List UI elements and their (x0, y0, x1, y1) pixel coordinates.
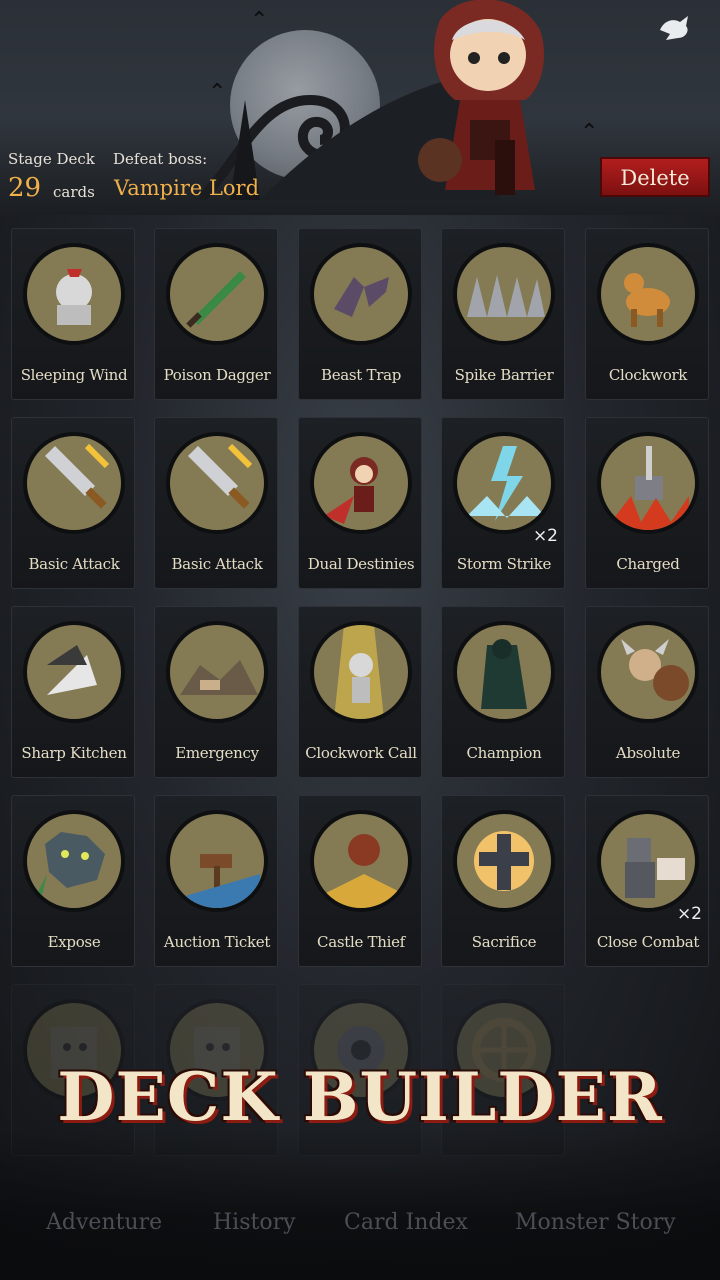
card-slot[interactable]: Clockwork Call (298, 606, 422, 778)
toy-horse-icon (624, 273, 670, 327)
card-art (23, 621, 125, 723)
card-art (597, 243, 699, 345)
card-slot[interactable]: Storm Strike ×2 (441, 417, 565, 589)
card-slot[interactable]: Champion (441, 606, 565, 778)
card-name: Castle Thief (317, 933, 405, 951)
card-slot[interactable]: Sacrifice (441, 795, 565, 967)
cross-icon (474, 831, 534, 891)
card-art (597, 810, 699, 912)
card-count-badge: ×2 (532, 526, 558, 546)
card-slot[interactable]: Charged (585, 417, 709, 589)
tab-card-index[interactable]: Card Index (344, 1210, 468, 1235)
card-name: Beast Trap (320, 366, 402, 384)
knife-icon (47, 645, 97, 695)
knight-sleeping-icon (56, 269, 92, 325)
card-name: Spike Barrier (454, 366, 554, 384)
card-slot[interactable]: Auction Ticket (154, 795, 278, 967)
card-name: Sleeping Wind (20, 366, 128, 384)
armored-knight-icon (625, 838, 685, 898)
card-art (166, 243, 268, 345)
card-name: Emergency (175, 744, 259, 762)
card-name: Basic Attack (171, 555, 263, 573)
card-slot[interactable]: Poison Dagger (154, 228, 278, 400)
card-art (310, 621, 412, 723)
bottom-fade (0, 1130, 720, 1280)
card-name: Charged (616, 555, 680, 573)
card-art (23, 243, 125, 345)
card-count-badge: ×2 (676, 904, 702, 924)
card-slot[interactable]: Dual Destinies (298, 417, 422, 589)
card-name: Clockwork Call (305, 744, 417, 762)
card-art (310, 810, 412, 912)
card-art (453, 621, 555, 723)
card-slot[interactable]: Sharp Kitchen (11, 606, 135, 778)
card-art (166, 621, 268, 723)
card-art (453, 432, 555, 534)
card-name: Absolute (615, 744, 681, 762)
card-name: Sacrifice (471, 933, 537, 951)
card-slot[interactable]: Basic Attack (11, 417, 135, 589)
hooded-girl-icon (324, 457, 378, 524)
viking-icon (621, 639, 689, 701)
card-art (23, 810, 125, 912)
cloak-icon (481, 639, 527, 709)
tab-monster-story[interactable]: Monster Story (515, 1210, 676, 1235)
card-name: Champion (466, 744, 542, 762)
card-slot[interactable]: Expose (11, 795, 135, 967)
card-art (166, 432, 268, 534)
card-art (166, 810, 268, 912)
card-slot[interactable]: Spike Barrier (441, 228, 565, 400)
deck-builder-banner: DECK BUILDER (57, 1058, 663, 1136)
trap-icon (334, 277, 389, 317)
card-name: Basic Attack (28, 555, 120, 573)
card-art (310, 243, 412, 345)
card-slot[interactable]: Beast Trap (298, 228, 422, 400)
card-art (453, 810, 555, 912)
card-slot[interactable]: Castle Thief (298, 795, 422, 967)
card-art (23, 432, 125, 534)
tab-history[interactable]: History (213, 1210, 296, 1235)
card-slot[interactable]: Absolute (585, 606, 709, 778)
card-slot[interactable]: Clockwork (585, 228, 709, 400)
card-art (597, 432, 699, 534)
rubble-icon (180, 660, 258, 695)
card-name: Storm Strike (456, 555, 552, 573)
thief-icon (324, 834, 404, 908)
tab-adventure[interactable]: Adventure (46, 1210, 162, 1235)
card-name: Expose (47, 933, 101, 951)
card-slot[interactable]: Basic Attack (154, 417, 278, 589)
card-name: Poison Dagger (163, 366, 271, 384)
knight-light-icon (334, 625, 384, 719)
bottom-tabs: Adventure History Card Index Monster Sto… (0, 1210, 720, 1250)
wolf-icon (32, 832, 105, 908)
card-name: Clockwork (608, 366, 688, 384)
card-art (597, 621, 699, 723)
spikes-icon (467, 275, 545, 317)
card-name: Close Combat (596, 933, 700, 951)
lightning-icon (467, 446, 545, 521)
card-slot[interactable]: Sleeping Wind (11, 228, 135, 400)
card-name: Dual Destinies (307, 555, 415, 573)
sword-icon (45, 443, 110, 509)
card-slot[interactable]: Emergency (154, 606, 278, 778)
card-name: Auction Ticket (163, 933, 271, 951)
card-art (453, 243, 555, 345)
card-slot[interactable]: Close Combat ×2 (585, 795, 709, 967)
card-art (310, 432, 412, 534)
dagger-icon (186, 271, 246, 328)
gavel-icon (175, 854, 260, 908)
sword-icon (188, 443, 253, 509)
hammer-icon (611, 446, 689, 530)
card-name: Sharp Kitchen (21, 744, 127, 762)
